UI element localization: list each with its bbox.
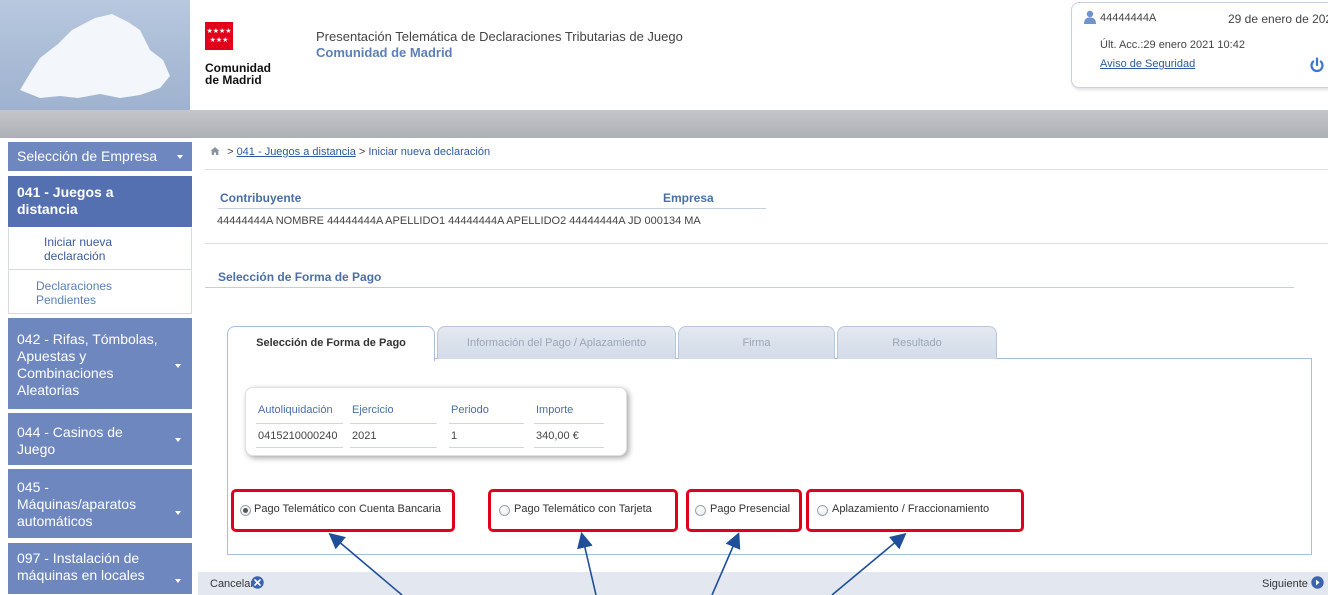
sidebar-item-042[interactable]: 042 - Rifas, Tómbolas, Apuestas y Combin… [8, 318, 192, 410]
security-notice-link[interactable]: Aviso de Seguridad [1100, 58, 1195, 70]
header-rule [534, 423, 604, 424]
taxpayer-header-rule [218, 208, 766, 209]
comunidad-madrid-logo: ★★★★ ★★★ Comunidad de Madrid [205, 22, 285, 102]
section-title: Selección de Forma de Pago [218, 270, 382, 284]
payment-option-label: Aplazamiento / Fraccionamiento [832, 503, 990, 515]
payment-option-in-person[interactable]: Pago Presencial [686, 489, 802, 532]
company-select-label: Selección de Empresa [17, 148, 158, 164]
summary-table: Autoliquidación Ejercicio Periodo Import… [245, 387, 627, 456]
header-rule [449, 423, 524, 424]
breadcrumb-current: Iniciar nueva declaración [368, 146, 491, 158]
home-icon[interactable] [210, 146, 220, 156]
sidebar-item-new-declaration[interactable]: Iniciar nueva declaración [8, 228, 192, 270]
header: ★★★★ ★★★ Comunidad de Madrid Presentación… [0, 0, 1328, 110]
table-cell: 1 [451, 430, 458, 442]
tab-payment-info[interactable]: Información del Pago / Aplazamiento [437, 326, 676, 359]
chevron-right-icon[interactable] [1311, 576, 1324, 589]
tab-result[interactable]: Resultado [837, 326, 997, 359]
payment-option-label: Pago Presencial [710, 503, 791, 515]
radio-button[interactable] [695, 505, 706, 516]
row-rule [534, 447, 604, 448]
chevron-down-icon [175, 579, 181, 583]
last-access: Últ. Acc.:29 enero 2021 10:42 [1100, 39, 1245, 51]
tab-signature[interactable]: Firma [678, 326, 835, 359]
header-rule [256, 423, 343, 424]
tab-label: Resultado [892, 337, 942, 349]
sidebar-item-044[interactable]: 044 - Casinos de Juego [8, 413, 192, 466]
chevron-down-icon [175, 438, 181, 442]
company-select-menu[interactable]: Selección de Empresa [8, 142, 192, 172]
app-title: Presentación Telemática de Declaraciones… [316, 29, 683, 44]
sidebar-item-label: Declaraciones Pendientes [36, 279, 113, 307]
payment-option-label: Pago Telemático con Tarjeta [514, 503, 652, 515]
divider [205, 169, 1328, 170]
taxpayer-value: 44444444A NOMBRE 44444444A APELLIDO1 444… [217, 215, 701, 227]
power-icon[interactable] [1309, 57, 1325, 73]
sidebar-item-pending-declarations[interactable]: Declaraciones Pendientes [8, 270, 192, 314]
radio-button[interactable] [817, 505, 828, 516]
user-id: 44444444A [1100, 12, 1157, 24]
tab-label: Firma [742, 337, 771, 349]
breadcrumb-separator: > [358, 146, 366, 158]
header-rule [350, 423, 437, 424]
sidebar-item-label: 045 - Máquinas/aparatos automáticos [17, 479, 137, 529]
next-button[interactable]: Siguiente [1262, 578, 1308, 590]
divider [205, 243, 1328, 244]
table-cell: 2021 [352, 430, 377, 442]
row-rule [449, 447, 524, 448]
tab-payment-method[interactable]: Selección de Forma de Pago [227, 326, 435, 361]
radio-button[interactable] [499, 505, 510, 516]
table-cell: 0415210000240 [258, 430, 338, 442]
sidebar-item-label: 044 - Casinos de Juego [17, 424, 123, 457]
payment-option-bank-account[interactable]: Pago Telemático con Cuenta Bancaria [231, 489, 455, 532]
madrid-flag-icon: ★★★★ ★★★ [205, 22, 233, 50]
cancel-button[interactable]: Cancelar [210, 578, 254, 590]
payment-option-card[interactable]: Pago Telemático con Tarjeta [488, 489, 678, 532]
row-rule [256, 447, 343, 448]
section-rule [205, 287, 1294, 288]
tab-label: Información del Pago / Aplazamiento [466, 337, 647, 349]
payment-option-deferral[interactable]: Aplazamiento / Fraccionamiento [806, 489, 1024, 532]
footer-bar [198, 572, 1328, 595]
payment-option-label: Pago Telemático con Cuenta Bancaria [254, 503, 441, 515]
app-subtitle: Comunidad de Madrid [316, 45, 453, 60]
table-cell: 340,00 € [536, 430, 579, 442]
empresa-label: Empresa [663, 191, 714, 205]
chevron-down-icon [177, 155, 183, 159]
radio-button[interactable] [240, 505, 251, 516]
breadcrumb: > 041 - Juegos a distancia > Iniciar nue… [210, 146, 490, 158]
column-header: Autoliquidación [258, 404, 333, 416]
user-info-box: 44444444A 29 de enero de 2021 Últ. Acc.:… [1071, 2, 1328, 88]
sidebar-item-label: 042 - Rifas, Tómbolas, Apuestas y Combin… [17, 331, 158, 398]
sidebar-item-label: 097 - Instalación de máquinas en locales [17, 550, 145, 583]
madrid-map-logo [0, 0, 190, 110]
contribuyente-label: Contribuyente [220, 191, 302, 205]
sidebar-item-045[interactable]: 045 - Máquinas/aparatos automáticos [8, 469, 192, 539]
column-header: Importe [536, 404, 574, 416]
user-icon [1084, 10, 1096, 24]
current-date: 29 de enero de 2021 [1228, 12, 1328, 26]
chevron-down-icon [175, 364, 181, 368]
column-header: Periodo [451, 404, 489, 416]
sidebar-item-label: Iniciar nueva declaración [44, 235, 113, 263]
close-icon[interactable] [251, 576, 264, 589]
tab-label: Selección de Forma de Pago [256, 337, 406, 349]
chevron-down-icon [175, 511, 181, 515]
brand-name-line2: de Madrid [205, 73, 262, 87]
brand-name: Comunidad de Madrid [205, 62, 271, 86]
breadcrumb-separator: > [227, 146, 234, 158]
sidebar-item-label: 041 - Juegos a distancia [17, 184, 114, 217]
header-band [0, 110, 1328, 138]
column-header: Ejercicio [352, 404, 394, 416]
breadcrumb-link-041[interactable]: 041 - Juegos a distancia [237, 146, 356, 158]
sidebar-item-041[interactable]: 041 - Juegos a distancia [8, 176, 192, 228]
row-rule [350, 447, 437, 448]
sidebar-item-097[interactable]: 097 - Instalación de máquinas en locales [8, 543, 192, 595]
